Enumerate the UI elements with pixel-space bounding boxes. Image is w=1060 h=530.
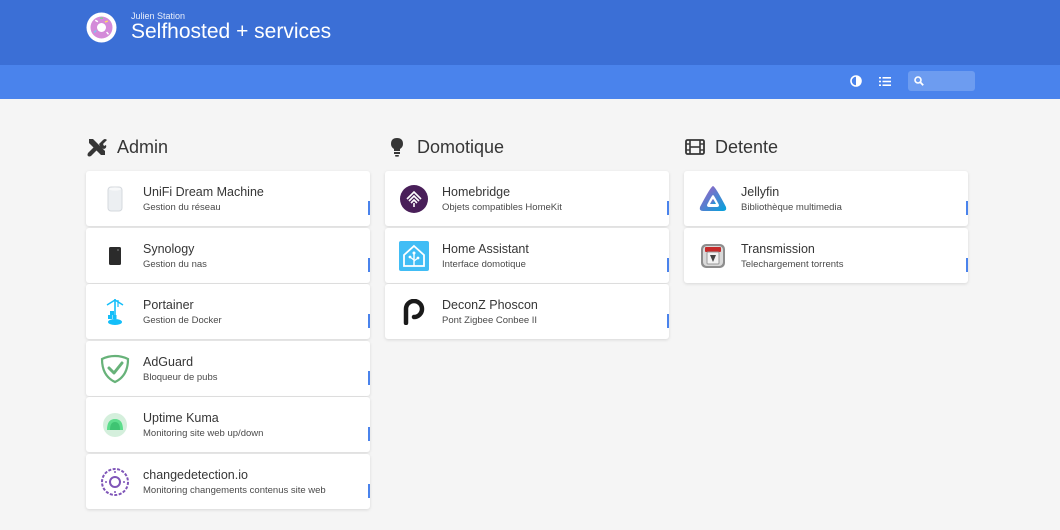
service-card-transmission[interactable]: Transmission Telechargement torrents: [684, 227, 968, 283]
service-card-changedetection[interactable]: changedetection.io Monitoring changement…: [86, 453, 370, 509]
synology-icon: [100, 241, 130, 271]
service-name: Homebridge: [442, 185, 511, 199]
service-subtitle: Gestion de Docker: [143, 315, 222, 327]
search-icon: [914, 76, 924, 86]
service-card-homebridge[interactable]: Homebridge Objets compatibles HomeKit: [385, 171, 669, 226]
card-tag: [966, 257, 968, 272]
navbar: [0, 65, 1060, 99]
service-name: AdGuard: [143, 354, 194, 369]
service-card-adguard[interactable]: AdGuard Bloqueur de pubs: [86, 340, 370, 396]
group-title-admin: Admin: [86, 135, 168, 159]
service-subtitle: Gestion du nas: [143, 258, 207, 270]
group-title-label: Detente: [715, 136, 779, 157]
search-input[interactable]: [928, 71, 973, 91]
group-title-domotique: Domotique: [386, 135, 504, 159]
service-card-uptime-kuma[interactable]: Uptime Kuma Monitoring site web up/down: [86, 397, 370, 453]
unifi-icon: [100, 184, 130, 214]
tools-icon: [86, 136, 108, 158]
phoscon-icon: [399, 297, 429, 327]
service-subtitle: Monitoring site web up/down: [143, 428, 264, 440]
group-title-label: Domotique: [417, 136, 505, 157]
service-name: Portainer: [143, 298, 194, 313]
service-subtitle: Telechargement torrents: [741, 258, 844, 270]
service-name: UniFi Dream Machine: [143, 185, 264, 199]
service-name: changedetection.io: [143, 467, 248, 482]
card-tag: [667, 201, 669, 215]
half-circle-icon[interactable]: [848, 73, 864, 89]
card-tag: [667, 257, 669, 272]
group-title-detente: Detente: [684, 135, 778, 159]
donut-logo-icon: [86, 12, 117, 43]
adguard-icon: [100, 354, 130, 384]
list-icon[interactable]: [877, 73, 893, 89]
card-tag: [368, 483, 370, 498]
service-subtitle: Interface domotique: [442, 258, 526, 270]
group-title-label: Admin: [117, 136, 169, 157]
service-card-jellyfin[interactable]: Jellyfin Bibliothèque multimedia: [684, 171, 968, 226]
card-tag: [966, 201, 968, 215]
service-subtitle: Bloqueur de pubs: [143, 371, 218, 383]
film-icon: [684, 136, 706, 158]
homebridge-icon: [399, 184, 429, 214]
service-subtitle: Monitoring changements contenus site web: [143, 484, 326, 496]
card-tag: [368, 370, 370, 385]
card-tag: [368, 427, 370, 442]
card-tag: [368, 314, 370, 329]
service-subtitle: Objets compatibles HomeKit: [442, 202, 562, 213]
group-detente-list: Jellyfin Bibliothèque multimedia Transmi…: [684, 171, 968, 284]
service-name: DeconZ Phoscon: [442, 298, 538, 313]
service-subtitle: Bibliothèque multimedia: [741, 202, 842, 213]
service-name: Uptime Kuma: [143, 411, 219, 426]
service-subtitle: Gestion du réseau: [143, 202, 221, 213]
transmission-icon: [698, 241, 728, 271]
lightbulb-icon: [386, 136, 408, 158]
changedetection-icon: [100, 467, 130, 497]
group-admin-list: UniFi Dream Machine Gestion du réseau Sy…: [86, 171, 370, 511]
group-domotique-list: Homebridge Objets compatibles HomeKit Ho…: [385, 171, 669, 341]
search-field[interactable]: [908, 71, 975, 91]
jellyfin-icon: [698, 184, 728, 214]
uptime-kuma-icon: [100, 410, 130, 440]
service-card-phoscon[interactable]: DeconZ Phoscon Pont Zigbee Conbee II: [385, 284, 669, 340]
service-name: Synology: [143, 241, 195, 256]
service-name: Transmission: [741, 241, 815, 256]
card-tag: [368, 201, 370, 215]
service-card-home-assistant[interactable]: Home Assistant Interface domotique: [385, 227, 669, 283]
service-subtitle: Pont Zigbee Conbee II: [442, 315, 538, 327]
card-tag: [667, 314, 669, 329]
service-name: Jellyfin: [741, 185, 780, 199]
service-card-portainer[interactable]: Portainer Gestion de Docker: [86, 284, 370, 340]
portainer-icon: [100, 297, 130, 327]
page-title: Selfhosted + services: [131, 20, 332, 43]
service-card-unifi[interactable]: UniFi Dream Machine Gestion du réseau: [86, 171, 370, 226]
service-card-synology[interactable]: Synology Gestion du nas: [86, 227, 370, 283]
home-assistant-icon: [399, 240, 429, 271]
card-tag: [368, 257, 370, 272]
service-name: Home Assistant: [442, 241, 529, 256]
